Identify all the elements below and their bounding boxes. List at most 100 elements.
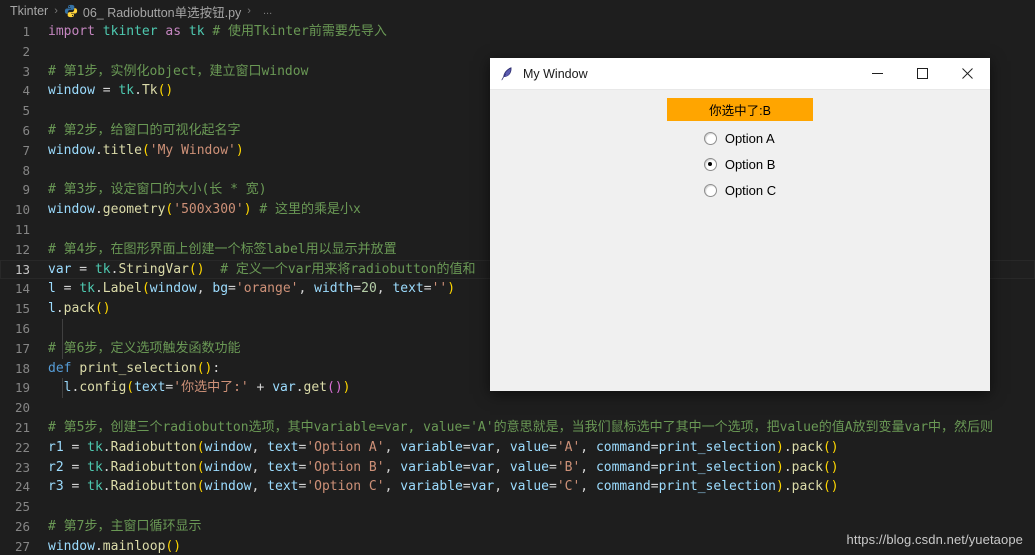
code-token: = <box>650 459 659 475</box>
radio-indicator-icon[interactable] <box>703 157 717 171</box>
radiobutton-label: Option B <box>724 156 776 172</box>
code-token: . <box>102 479 111 495</box>
code-token: , <box>494 459 510 475</box>
code-token: 'A' <box>556 439 581 455</box>
code-token: ) <box>830 479 839 495</box>
tkinter-window[interactable]: My Window 你选中了:B Option A Option B Option … <box>490 58 990 391</box>
code-token: Radiobutton <box>110 459 197 475</box>
code-token: command <box>595 439 651 455</box>
code-token: ) <box>830 439 839 455</box>
code-token: , <box>384 479 401 495</box>
line-number: 15 <box>14 301 30 317</box>
code-token: text <box>392 281 424 297</box>
code-token: get <box>303 380 328 396</box>
code-token: bg <box>212 281 229 297</box>
code-token: pack <box>791 439 823 455</box>
breadcrumb-separator-2: › <box>247 5 251 17</box>
radio-indicator-icon[interactable] <box>703 131 717 145</box>
code-token: = <box>63 439 88 455</box>
code-token: = <box>353 281 362 297</box>
line-number: 17 <box>14 340 30 356</box>
breadcrumb-item-file[interactable]: 06_ Radiobutton单选按钮.py <box>83 2 241 21</box>
code-token: = <box>548 459 557 475</box>
breadcrumb-item-folder[interactable]: Tkinter <box>10 4 48 18</box>
code-token: import <box>48 24 95 39</box>
code-token: r3 <box>48 479 64 495</box>
code-token: = <box>462 459 471 475</box>
code-token: ( <box>141 142 150 158</box>
code-token: 'orange' <box>235 281 299 297</box>
code-line[interactable]: 24 r3 = tk.Radiobutton(window, text='Opti… <box>0 477 1035 497</box>
code-token: = <box>462 439 471 455</box>
code-token: var <box>48 261 72 277</box>
code-token: , <box>384 459 401 475</box>
code-token: = <box>71 261 95 277</box>
line-number: 11 <box>14 221 30 237</box>
code-token: . <box>102 459 111 475</box>
breadcrumb-more[interactable]: ... <box>263 5 272 17</box>
radio-indicator-icon[interactable] <box>703 183 717 197</box>
code-line[interactable]: 23 r2 = tk.Radiobutton(window, text='Opti… <box>0 458 1035 478</box>
code-line[interactable]: 21 # 第5步，创建三个radiobutton选项，其中variable=var… <box>0 418 1035 438</box>
selection-status-label: 你选中了:B <box>667 98 813 121</box>
code-token: ( <box>327 380 335 396</box>
line-number: 18 <box>14 360 30 376</box>
code-line[interactable]: 20 <box>0 398 1035 418</box>
tkinter-window-title: My Window <box>523 66 588 81</box>
code-text: # 第5步，创建三个radiobutton选项，其中variable=var, … <box>44 418 1035 438</box>
watermark: https://blog.csdn.net/yuetaope <box>846 532 1023 547</box>
code-token: = <box>548 439 557 455</box>
code-token: # 这里的乘是小x <box>259 202 361 218</box>
line-number: 12 <box>14 241 30 257</box>
code-token: , <box>580 439 596 455</box>
code-token: 'Option A' <box>306 439 385 455</box>
tkinter-titlebar[interactable]: My Window <box>490 58 990 90</box>
code-token: # 第3步，设定窗口的大小(长 * 宽) <box>48 182 267 198</box>
code-token: . <box>783 439 792 455</box>
code-token: ) <box>775 479 784 495</box>
minimize-button[interactable] <box>855 58 900 90</box>
code-token: ) <box>775 439 784 455</box>
code-token: . <box>295 380 304 396</box>
radiobutton-option-c[interactable]: Option C <box>703 177 776 203</box>
code-token: = <box>94 83 119 99</box>
code-line[interactable]: 22 r1 = tk.Radiobutton(window, text='Opti… <box>0 438 1035 458</box>
code-token: + <box>248 380 273 396</box>
code-token: text <box>267 479 299 495</box>
code-token: l <box>48 281 56 297</box>
code-token: , <box>251 439 268 455</box>
line-number: 3 <box>22 63 30 79</box>
code-token: , <box>580 459 596 475</box>
code-token: ) <box>196 261 205 277</box>
line-number: 23 <box>14 459 30 475</box>
line-number: 2 <box>22 43 30 59</box>
indent-guide <box>62 338 63 359</box>
line-number: 21 <box>14 419 30 435</box>
code-token: , <box>376 281 393 297</box>
code-token: pack <box>791 479 823 495</box>
code-token: ) <box>830 459 839 475</box>
code-token: window <box>204 439 252 455</box>
code-token: . <box>55 301 64 317</box>
code-text: r3 = tk.Radiobutton(window, text='Option… <box>44 477 1035 497</box>
radiobutton-option-a[interactable]: Option A <box>703 125 776 151</box>
code-token: r1 <box>48 439 64 455</box>
line-number: 27 <box>14 538 30 554</box>
line-number: 8 <box>22 162 30 178</box>
close-button[interactable] <box>945 58 990 90</box>
maximize-button[interactable] <box>900 58 945 90</box>
code-token: StringVar <box>118 261 189 277</box>
code-token: text <box>267 459 299 475</box>
code-token: ( <box>141 281 150 297</box>
radiobutton-option-b[interactable]: Option B <box>703 151 776 177</box>
code-token: . <box>783 459 792 475</box>
code-token: , <box>384 439 401 455</box>
code-line[interactable]: 1 import tkinter as tk # 使用Tkinter前需要先导入 <box>0 22 1035 42</box>
code-token: , <box>298 281 315 297</box>
code-token: ( <box>196 459 205 475</box>
code-token: . <box>783 479 792 495</box>
code-token: tk <box>94 261 111 277</box>
code-line[interactable]: 25 <box>0 497 1035 517</box>
code-token: tk <box>188 24 205 39</box>
code-token: 'Option C' <box>306 479 385 495</box>
